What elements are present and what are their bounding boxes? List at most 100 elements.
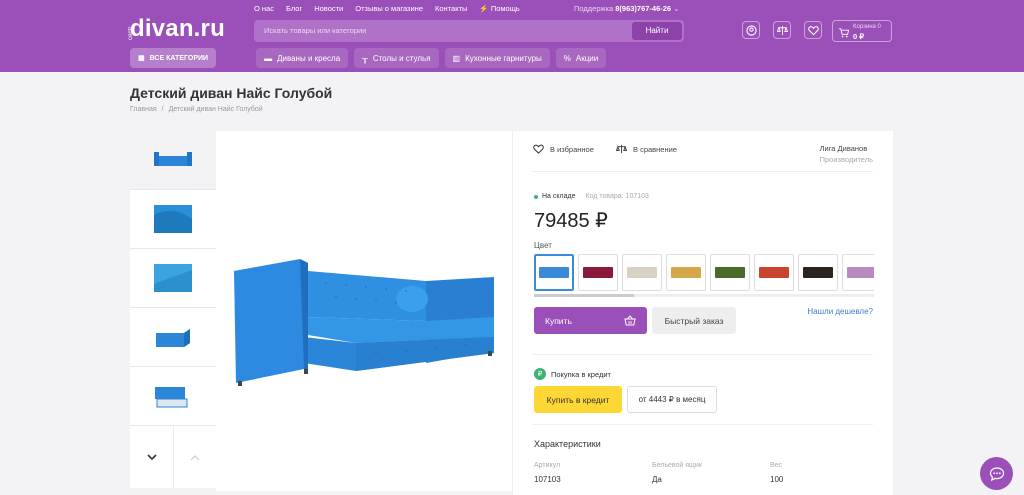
cart-label: Корзина 0 [853,24,881,30]
characteristics-table: Артикул 107103 Бельевой ящик Да Вес 100 [534,462,888,484]
stock-status: На складе Код товара: 107103 [534,193,649,200]
buy-button[interactable]: Купить [534,307,647,334]
credit-info: ₽ Покупка в кредит [534,368,611,380]
swatch-mustard[interactable] [666,254,706,291]
divider [533,171,873,172]
add-to-favorites-button[interactable]: В избранное [533,144,594,154]
page-title: Детский диван Найс Голубой [130,85,333,101]
product-code: Код товара: 107103 [585,193,649,200]
top-link-reviews[interactable]: Отзывы о магазине [355,4,423,13]
chat-bubble-icon [989,466,1004,481]
chevron-down-icon: ⌄ [673,4,680,13]
thumbnails-up-button[interactable] [173,426,216,488]
kitchen-icon: ▥ [452,53,461,63]
support-phone[interactable]: Поддержка 8(963)767-46-26 ⌄ [574,4,680,13]
scrollbar-thumb[interactable] [534,294,634,297]
compare-label: В сравнение [633,144,677,154]
percent-icon: % [563,53,571,63]
search-input[interactable]: Искать товары или категории [264,26,366,35]
basket-icon [624,315,636,326]
thumbnail-sofa-front[interactable] [130,131,216,190]
buy-on-credit-button[interactable]: Купить в кредит [534,386,622,413]
product-price: 79485 ₽ [534,210,608,232]
thumbnails-down-button[interactable] [130,426,173,488]
sofa-swatch-icon [759,267,789,278]
breadcrumb-current: Детский диван Найс Голубой [168,106,263,113]
all-categories-button[interactable]: ▦ ВСЕ КАТЕГОРИИ [130,48,217,68]
site-header: О нас Блог Новости Отзывы о магазине Кон… [0,0,1024,72]
product-info-panel: В избранное В сравнение Лига Диванов Про… [512,131,893,495]
add-to-compare-button[interactable]: В сравнение [616,144,677,154]
thumbnail-fabric-2[interactable] [130,249,216,308]
sofa-swatch-icon [671,267,701,278]
thumbnail-sofa-box[interactable] [130,308,216,367]
characteristics-title: Характеристики [534,439,601,449]
all-categories-label: ВСЕ КАТЕГОРИИ [149,54,209,62]
credit-label: Покупка в кредит [551,369,611,379]
sofa-swatch-icon [539,267,569,278]
buy-label: Купить [545,315,572,326]
chevron-up-icon [190,454,200,460]
top-link-news[interactable]: Новости [314,4,343,13]
heart-icon[interactable] [804,21,822,39]
nav-tables[interactable]: ╥ Столы и стулья [354,48,439,68]
breadcrumb-separator: / [161,106,164,113]
search-bar[interactable]: Искать товары или категории Найти [254,20,684,42]
top-link-help[interactable]: ⚡ Помощь [479,4,519,13]
swatch-dark-brown[interactable] [798,254,838,291]
breadcrumb-home[interactable]: Главная [130,106,157,113]
support-number: 8(963)767-46-26 [615,4,672,13]
sofa-image [234,259,494,386]
swatch-lilac[interactable] [842,254,874,291]
nav-sofas-label: Диваны и кресла [277,53,341,63]
swatch-burgundy[interactable] [578,254,618,291]
cart-sum: 0 ₽ [853,32,865,41]
characteristic-key: Бельевой ящик [652,462,702,469]
swatch-beige[interactable] [622,254,662,291]
nav-kitchens[interactable]: ▥ Кухонные гарнитуры [444,48,550,68]
sofa-icon: ▬ [264,53,273,63]
header-icons [742,21,822,39]
chat-button[interactable] [980,457,1013,490]
swatch-green[interactable] [710,254,750,291]
nav-sales-label: Акции [575,53,599,63]
top-link-blog[interactable]: Блог [286,4,302,13]
stock-label: На складе [542,193,576,200]
main-product-image[interactable] [216,131,512,491]
divider [533,354,873,355]
characteristic-value: Да [652,475,662,484]
characteristic-item: Артикул 107103 [534,462,652,484]
quick-order-button[interactable]: Быстрый заказ [652,307,736,334]
swatch-red[interactable] [754,254,794,291]
search-button[interactable]: Найти [632,22,682,40]
site-logo[interactable]: divan.ru [130,15,225,43]
thumbnail-sofa-drawer[interactable] [130,367,216,426]
color-label: Цвет [534,241,552,250]
manufacturer[interactable]: Лига Диванов Производитель [820,144,873,164]
nav-sofas[interactable]: ▬ Диваны и кресла [256,48,349,68]
swatch-scrollbar[interactable] [534,294,874,297]
characteristic-value: 107103 [534,475,561,484]
top-link-about[interactable]: О нас [254,4,274,13]
favorites-label: В избранное [550,144,594,154]
found-cheaper-link[interactable]: Нашли дешевле? [807,307,873,316]
account-icon[interactable] [742,21,760,39]
grid-icon: ▦ [138,55,145,62]
monthly-payment-button[interactable]: от 4443 ₽ в месяц [627,386,717,413]
breadcrumb: Главная / Детский диван Найс Голубой [130,106,263,113]
cart-button[interactable]: Корзина 0 0 ₽ [832,20,892,42]
top-links: О нас Блог Новости Отзывы о магазине Кон… [254,4,520,13]
chevron-down-icon [146,453,157,460]
nav-sales[interactable]: % Акции [555,48,607,68]
top-link-contacts[interactable]: Контакты [435,4,467,13]
sofa-swatch-icon [627,267,657,278]
top-link-help-label: Помощь [490,4,520,13]
divider [533,424,873,425]
characteristic-key: Артикул [534,462,561,469]
swatch-blue[interactable] [534,254,574,291]
characteristic-item: Вес 100 [770,462,888,484]
category-nav: ▦ ВСЕ КАТЕГОРИИ ▬ Диваны и кресла ╥ Стол… [130,48,607,68]
thumbnail-fabric-1[interactable] [130,190,216,249]
nav-kitchens-label: Кухонные гарнитуры [465,53,542,63]
compare-icon[interactable] [773,21,791,39]
